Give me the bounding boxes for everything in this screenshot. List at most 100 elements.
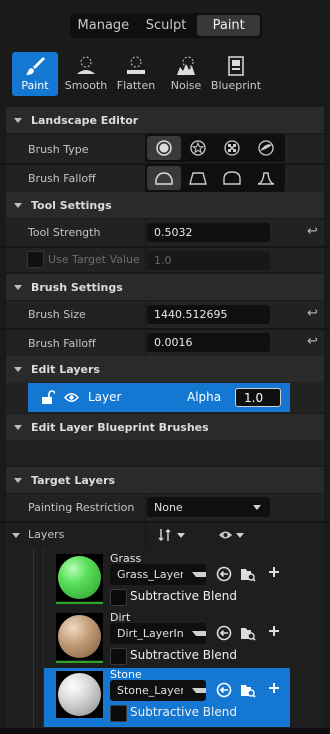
layerinfo-dropdown[interactable]: Dirt_LayerInfo	[110, 623, 206, 644]
section-edit-layers[interactable]: Edit Layers	[6, 356, 324, 382]
section-edit-layer-blueprint-brushes[interactable]: Edit Layer Blueprint Brushes	[6, 414, 324, 440]
browse-folder-icon[interactable]	[240, 625, 256, 641]
tool-label: Blueprint	[210, 79, 262, 92]
section-brush-settings[interactable]: Brush Settings	[6, 274, 324, 300]
tool-strength-label: Tool Strength	[28, 226, 101, 239]
section-title: Landscape Editor	[31, 113, 139, 127]
reset-arrow-icon[interactable]: ↩	[307, 306, 318, 321]
section-landscape-editor[interactable]: Landscape Editor	[6, 107, 324, 133]
blueprint-icon	[228, 56, 244, 76]
tool-strength-input[interactable]: 0.5032	[147, 223, 270, 242]
subtractive-blend-checkbox[interactable]	[110, 705, 127, 722]
alpha-input[interactable]: 1.0	[235, 388, 281, 407]
use-target-value-label: Use Target Value	[48, 253, 140, 266]
tool-label: Smooth	[64, 79, 108, 92]
smooth-falloff-button[interactable]	[147, 166, 181, 190]
reset-arrow-icon[interactable]: ↩	[307, 334, 318, 349]
section-target-layers[interactable]: Target Layers	[6, 467, 324, 493]
target-layer-item[interactable]: Dirt Dirt_LayerInfo Subtractive Blend	[44, 611, 290, 670]
chevron-down-icon	[192, 631, 206, 636]
collapse-arrow-icon[interactable]	[12, 533, 20, 538]
painting-restriction-value: None	[154, 500, 183, 514]
edit-layer-item[interactable]: Layer Alpha 1.0	[28, 383, 290, 412]
eye-icon[interactable]	[218, 530, 233, 540]
panel-bottom-edge	[0, 728, 330, 734]
paintbrush-icon	[26, 57, 45, 75]
alpha-brush-button[interactable]	[181, 136, 215, 160]
add-plus-icon[interactable]	[268, 625, 280, 637]
grass-material-thumbnail	[56, 554, 103, 604]
tab-sculpt[interactable]: Sculpt	[135, 15, 198, 36]
painting-restriction-dropdown[interactable]: None	[147, 497, 270, 517]
collapse-arrow-icon[interactable]	[14, 477, 22, 483]
layerinfo-dropdown[interactable]: Grass_LayerInfo	[110, 564, 206, 585]
subtractive-blend-checkbox[interactable]	[110, 648, 127, 665]
collapse-arrow-icon[interactable]	[14, 284, 22, 290]
tool-noise-button[interactable]: Noise	[164, 52, 208, 96]
unlock-icon[interactable]	[41, 390, 55, 405]
layerinfo-value: Grass_LayerInfo	[117, 568, 183, 581]
collapse-arrow-icon[interactable]	[14, 424, 22, 430]
pattern-brush-button[interactable]	[215, 136, 249, 160]
brush-size-label: Brush Size	[28, 308, 86, 321]
target-value-input[interactable]: 1.0	[147, 251, 270, 270]
material-sphere	[58, 673, 101, 716]
tool-flatten-button[interactable]: Flatten	[114, 52, 158, 96]
chevron-down-icon[interactable]	[236, 533, 244, 538]
collapse-arrow-icon[interactable]	[14, 202, 22, 208]
layer-usage-bar	[56, 602, 103, 604]
layers-label: Layers	[28, 528, 65, 541]
layerinfo-dropdown[interactable]: Stone_LayerInfo	[110, 680, 206, 701]
tool-label: Noise	[170, 79, 202, 92]
linear-falloff-button[interactable]	[181, 166, 215, 190]
tool-smooth-button[interactable]: Smooth	[64, 52, 108, 96]
section-title: Brush Settings	[31, 280, 123, 294]
chevron-down-icon	[192, 572, 206, 577]
target-layer-item-selected[interactable]: Stone Stone_LayerInfo Subtractive Blend	[44, 668, 290, 727]
tree-guide-line	[33, 548, 34, 728]
collapse-arrow-icon[interactable]	[14, 117, 22, 123]
tool-label: Flatten	[116, 79, 156, 92]
add-plus-icon[interactable]	[268, 566, 280, 578]
pattern-brush-icon	[224, 140, 240, 156]
tip-falloff-button[interactable]	[249, 166, 283, 190]
use-selected-asset-icon[interactable]	[216, 682, 232, 698]
sort-icon[interactable]	[158, 528, 172, 542]
layerinfo-value: Stone_LayerInfo	[117, 684, 183, 697]
browse-folder-icon[interactable]	[240, 682, 256, 698]
flatten-icon	[127, 56, 145, 74]
alpha-label: Alpha	[187, 390, 222, 404]
chevron-down-icon[interactable]	[177, 533, 185, 538]
circle-brush-icon	[156, 140, 172, 156]
brush-falloff-type-label: Brush Falloff	[28, 172, 96, 185]
component-brush-button[interactable]	[249, 136, 283, 160]
spherical-falloff-icon	[223, 171, 241, 185]
target-layer-item[interactable]: Grass Grass_LayerInfo Subtractive Blend	[44, 552, 290, 611]
chevron-down-icon	[192, 688, 206, 693]
subtractive-blend-checkbox[interactable]	[110, 589, 127, 606]
column-divider	[145, 301, 146, 328]
browse-folder-icon[interactable]	[240, 566, 256, 582]
brush-size-input[interactable]: 1440.512695	[147, 305, 270, 324]
reset-arrow-icon[interactable]: ↩	[307, 224, 318, 239]
falloff-type-selector	[145, 164, 285, 192]
use-selected-asset-icon[interactable]	[216, 625, 232, 641]
tool-blueprint-button[interactable]: Blueprint	[210, 52, 262, 96]
painting-restriction-label: Painting Restriction	[28, 501, 135, 514]
circle-brush-button[interactable]	[147, 136, 181, 160]
tab-paint[interactable]: Paint	[197, 15, 261, 36]
use-selected-asset-icon[interactable]	[216, 566, 232, 582]
eye-icon[interactable]	[64, 392, 79, 403]
edit-layer-name: Layer	[88, 390, 122, 404]
chevron-down-icon	[253, 505, 261, 510]
tool-paint-button[interactable]: Paint	[12, 52, 58, 96]
add-plus-icon[interactable]	[268, 682, 280, 694]
column-divider	[145, 494, 146, 521]
brush-falloff-input[interactable]: 0.0016	[147, 333, 270, 352]
spherical-falloff-button[interactable]	[215, 166, 249, 190]
collapse-arrow-icon[interactable]	[14, 366, 22, 372]
section-title: Edit Layer Blueprint Brushes	[31, 420, 209, 434]
tab-manage[interactable]: Manage	[72, 15, 135, 36]
use-target-value-checkbox[interactable]	[27, 251, 44, 268]
section-tool-settings[interactable]: Tool Settings	[6, 192, 324, 218]
